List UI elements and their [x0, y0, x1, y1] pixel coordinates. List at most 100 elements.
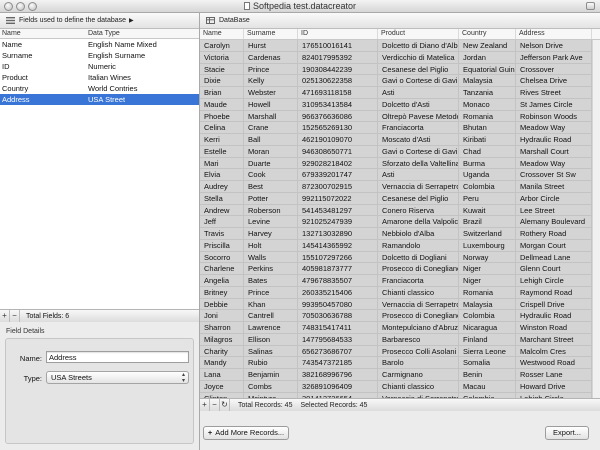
cell-name: Socorro	[200, 251, 244, 263]
cell-product: Franciacorta	[378, 122, 459, 133]
database-table-header: Name Surname ID Product Country Address	[200, 29, 600, 40]
table-row[interactable]: Andrew Roberson 541453481297 Conero Riserva…	[200, 204, 600, 217]
cell-id: 479678835507	[298, 275, 378, 286]
database-panel-header: DataBase	[200, 13, 600, 29]
table-row[interactable]: Estelle Moran 946308650771 Gavi o Cortese d…	[200, 145, 600, 158]
document-icon	[243, 2, 250, 10]
export-button[interactable]: Export...	[545, 426, 589, 440]
cell-product: Moscato d'Asti	[378, 134, 459, 145]
add-field-button[interactable]: +	[0, 310, 10, 322]
column-header-surname[interactable]: Surname	[244, 29, 298, 39]
cell-name: Sharron	[200, 322, 244, 333]
table-row[interactable]: Britney Prince 260335215406 Chianti classic…	[200, 286, 600, 299]
cell-id: 872300702915	[298, 181, 378, 192]
table-row[interactable]: Stella Potter 992115072022 Cesanese del Pig…	[200, 192, 600, 205]
cell-id: 748315417411	[298, 322, 378, 333]
column-header-country[interactable]: Country	[459, 29, 516, 39]
table-row[interactable]: Maude Howell 310953413584 Dolcetto d'Asti Mo…	[200, 98, 600, 111]
field-row-name[interactable]: Name English Name Mixed	[0, 39, 199, 50]
table-row[interactable]: Sharron Lawrence 748315417411 Montepulciano…	[200, 322, 600, 334]
field-row-surname[interactable]: Surname English Surname	[0, 50, 199, 61]
cell-name: Estelle	[200, 145, 244, 157]
cell-surname: Holt	[244, 239, 298, 251]
column-header-id[interactable]: ID	[298, 29, 378, 39]
table-row[interactable]: Stacie Prince 190308442239 Cesanese del Pig…	[200, 63, 600, 76]
table-row[interactable]: Brian Webster 471693118158 Asti Tanzania Rive…	[200, 87, 600, 99]
cell-product: Sforzato della Valtellina	[378, 157, 459, 169]
cell-product: Ramandolo	[378, 239, 459, 251]
fullscreen-button[interactable]	[586, 2, 595, 10]
table-row[interactable]: Charlene Perkins 405981873777 Prosecco di C…	[200, 263, 600, 275]
cell-name: Lana	[200, 369, 244, 380]
cell-address: Rives Street	[516, 87, 592, 98]
table-row[interactable]: Socorro Walls 155107297266 Dolcetto di Dogl…	[200, 251, 600, 264]
table-row[interactable]: Elvia Cook 679339201747 Asti Uganda Crossover…	[200, 169, 600, 181]
cell-product: Nebbiolo d'Alba	[378, 228, 459, 239]
cell-product: Barbaresco	[378, 333, 459, 345]
column-header-data-type[interactable]: Data Type	[86, 29, 199, 38]
table-row[interactable]: Mari Duarte 929028218402 Sforzato della Val…	[200, 157, 600, 170]
remove-field-button[interactable]: −	[10, 310, 20, 322]
table-row[interactable]: Audrey Best 872300702915 Vernaccia di Serra…	[200, 181, 600, 193]
table-row[interactable]: Milagros Ellison 147795684533 Barbaresco Fin…	[200, 333, 600, 346]
column-header-name[interactable]: Name	[200, 29, 244, 39]
field-type-cell: English Name Mixed	[88, 40, 157, 49]
cell-surname: Combs	[244, 380, 298, 392]
cell-product: Prosecco di Conegliano	[378, 310, 459, 321]
field-row-id[interactable]: ID Numeric	[0, 61, 199, 72]
table-row[interactable]: Travis Harvey 132713032890 Nebbiolo d'Alba S…	[200, 228, 600, 240]
cell-product: Chianti classico	[378, 380, 459, 392]
table-row[interactable]: Mandy Rubio 743547372185 Barolo Somalia Westw…	[200, 357, 600, 369]
table-row[interactable]: Debbie Khan 993950457080 Vernaccia di Serra…	[200, 298, 600, 311]
column-header-product[interactable]: Product	[378, 29, 459, 39]
remove-record-button[interactable]: −	[210, 399, 220, 411]
vertical-scrollbar[interactable]	[592, 40, 600, 398]
cell-surname: Crane	[244, 122, 298, 133]
cell-product: Gavi o Cortese di Gavi	[378, 145, 459, 157]
field-name-input[interactable]: Address	[46, 351, 189, 363]
table-row[interactable]: Jeff Levine 921025247939 Amarone della Valp…	[200, 216, 600, 228]
table-row[interactable]: Phoebe Marshall 966376636086 Oltrepò Pavese…	[200, 110, 600, 123]
refresh-icon[interactable]: ↻	[220, 399, 230, 411]
field-type-select[interactable]: USA Streets ▴ ▾	[46, 371, 189, 384]
database-panel-title: DataBase	[219, 17, 250, 24]
cell-surname: Perkins	[244, 263, 298, 274]
add-more-records-button[interactable]: + Add More Records...	[203, 426, 289, 440]
table-row[interactable]: Victoria Cardenas 824017995392 Verdicchio d…	[200, 51, 600, 64]
database-table-body: Carolyn Hurst 176510016141 Dolcetto di Dian…	[200, 40, 600, 398]
field-type-cell: Numeric	[88, 62, 116, 71]
column-header-address[interactable]: Address	[516, 29, 592, 39]
disclosure-arrow-icon[interactable]: ▶	[129, 17, 134, 24]
table-row[interactable]: Joni Cantrell 705030636788 Prosecco di Cone…	[200, 310, 600, 322]
table-row[interactable]: Kerri Ball 462190109070 Moscato d'Asti Kirib…	[200, 134, 600, 146]
table-row[interactable]: Celina Crane 152565269130 Franciacorta Bhuta…	[200, 122, 600, 134]
cell-country: Macau	[459, 380, 516, 392]
field-row-address[interactable]: Address USA Street	[0, 94, 199, 105]
field-name-cell: Surname	[2, 51, 33, 60]
cell-product: Franciacorta	[378, 275, 459, 286]
field-name-cell: Name	[2, 40, 23, 49]
table-row[interactable]: Dixie Kelly 025130622358 Gavi o Cortese di …	[200, 75, 600, 87]
selected-records-count: Selected Records: 45	[300, 401, 368, 409]
list-icon	[6, 17, 15, 24]
table-row[interactable]: Charity Salinas 656273686707 Prosecco Colli…	[200, 345, 600, 358]
field-row-country[interactable]: Country World Contries	[0, 83, 199, 94]
chevron-updown-icon: ▴ ▾	[181, 372, 185, 384]
cell-surname: Prince	[244, 63, 298, 75]
table-row[interactable]: Lana Benjamin 382168996796 Carmignano Benin R…	[200, 369, 600, 381]
table-row[interactable]: Carolyn Hurst 176510016141 Dolcetto di Dian…	[200, 40, 600, 52]
field-row-product[interactable]: Product Italian Wines	[0, 72, 199, 83]
column-header-name[interactable]: Name	[0, 29, 86, 38]
cell-surname: Duarte	[244, 157, 298, 169]
field-name-cell: Address	[2, 95, 30, 104]
table-row[interactable]: Priscilla Holt 145414365992 Ramandolo Luxemb…	[200, 239, 600, 252]
field-type-cell: World Contries	[88, 84, 138, 93]
cell-product: Verdicchio di Matelica	[378, 51, 459, 63]
cell-address: Rothery Road	[516, 228, 592, 239]
cell-surname: Rubio	[244, 357, 298, 368]
table-row[interactable]: Angelia Bates 479678835507 Franciacorta Nige…	[200, 275, 600, 287]
table-row[interactable]: Joyce Combs 326891096409 Chianti classico Ma…	[200, 380, 600, 393]
fields-toolbar: + − Total Fields: 6	[0, 309, 199, 322]
cell-name: Celina	[200, 122, 244, 133]
add-record-button[interactable]: +	[200, 399, 210, 411]
